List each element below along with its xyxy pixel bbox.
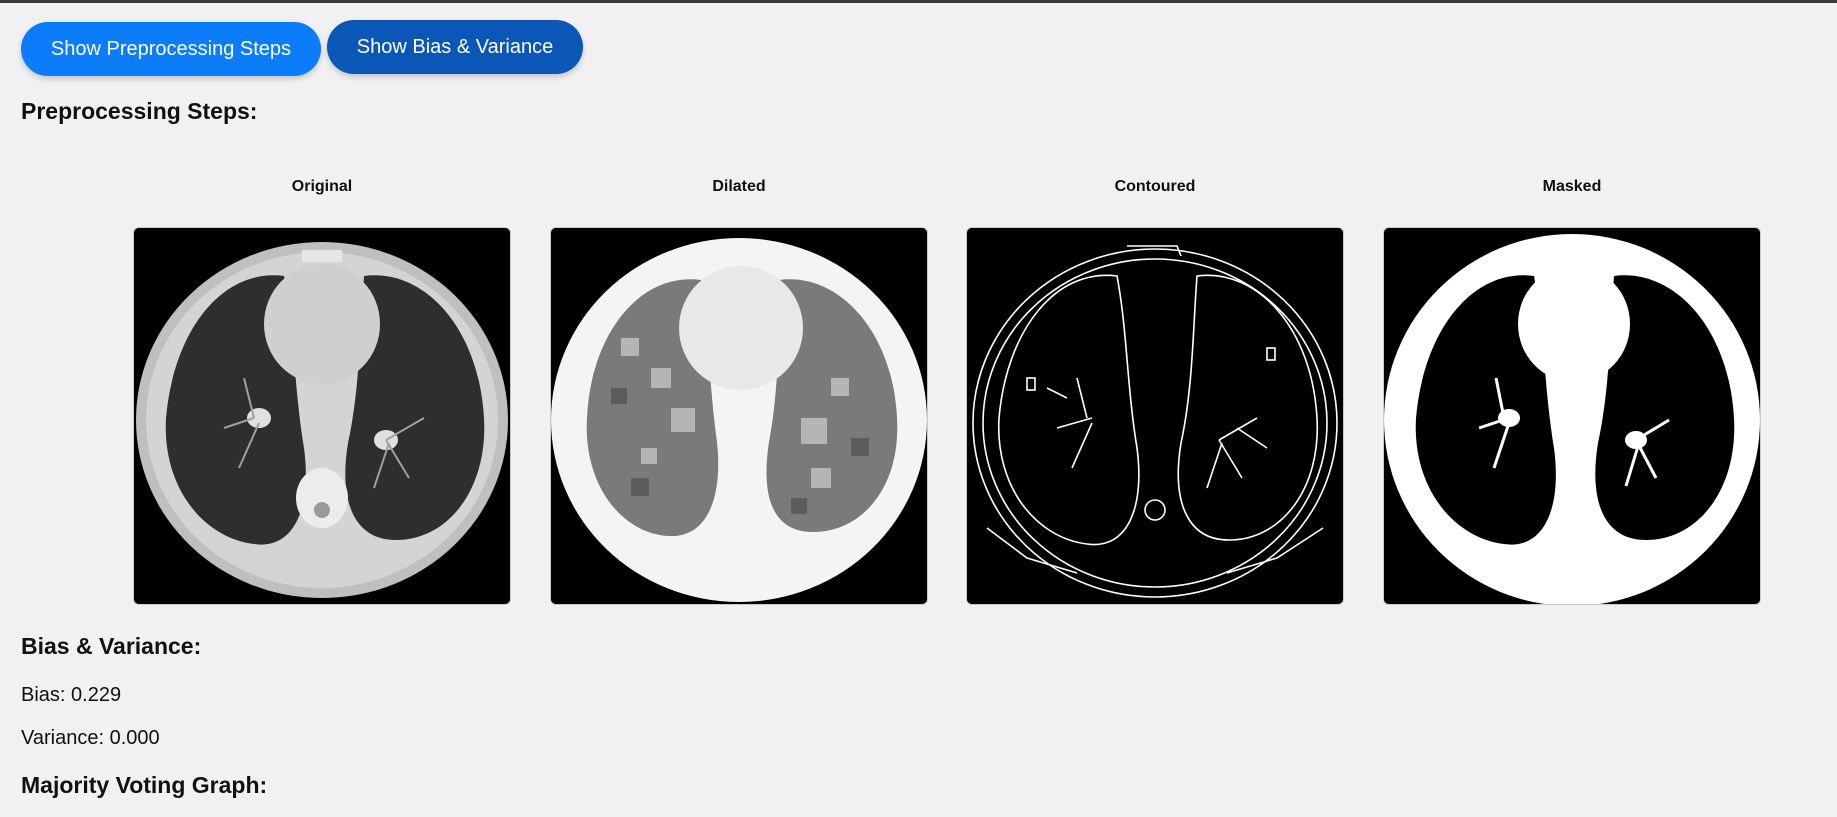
- step-contoured: Contoured: [966, 175, 1344, 605]
- show-preprocessing-steps-button[interactable]: Show Preprocessing Steps: [21, 22, 321, 76]
- top-border: [0, 0, 1837, 3]
- step-original: Original: [133, 175, 511, 605]
- step-label-original: Original: [291, 178, 353, 195]
- step-masked: Masked: [1383, 175, 1761, 605]
- ct-scan-dilated-image: [550, 227, 928, 605]
- step-dilated: Dilated: [550, 175, 928, 605]
- show-bias-variance-button[interactable]: Show Bias & Variance: [327, 20, 583, 74]
- preprocessing-steps-heading: Preprocessing Steps:: [21, 98, 258, 124]
- step-label-masked: Masked: [1542, 178, 1602, 195]
- step-label-dilated: Dilated: [712, 178, 766, 195]
- step-label-contoured: Contoured: [1114, 178, 1196, 195]
- ct-scan-original-image: [133, 227, 511, 605]
- ct-scan-masked-image: [1383, 227, 1761, 605]
- bias-value: Bias: 0.229: [21, 684, 122, 706]
- ct-scan-contoured-image: [966, 227, 1344, 605]
- variance-value: Variance: 0.000: [21, 727, 160, 749]
- majority-voting-graph-heading: Majority Voting Graph:: [21, 772, 268, 798]
- bias-variance-heading: Bias & Variance:: [21, 633, 202, 659]
